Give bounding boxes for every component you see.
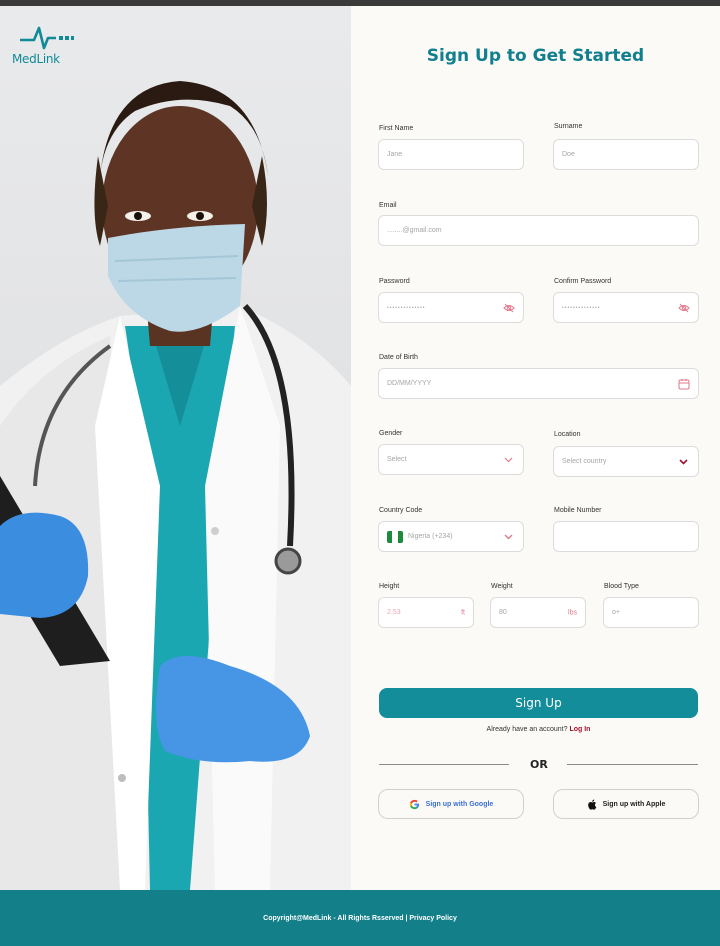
location-select[interactable]: Select country (553, 446, 699, 477)
first-name-label: First Name (379, 125, 414, 132)
nigeria-flag-icon (387, 530, 403, 543)
first-name-input[interactable]: Jane (378, 139, 524, 170)
footer: Copyright@MedLink - All Rights Rsserved … (0, 890, 720, 946)
gender-label: Gender (379, 430, 403, 437)
doctor-photo: MedLink (0, 6, 351, 890)
gender-select[interactable]: Select (378, 444, 524, 475)
divider-right (567, 764, 698, 765)
height-unit: ft (461, 609, 465, 616)
blood-type-label: Blood Type (604, 583, 639, 590)
confirm-password-label: Confirm Password (554, 278, 612, 285)
location-value: Select country (562, 458, 607, 465)
divider-left (379, 764, 509, 765)
mobile-input[interactable] (553, 521, 699, 552)
weight-input[interactable]: 80 lbs (490, 597, 586, 628)
country-code-select[interactable]: Nigeria (+234) (378, 521, 524, 552)
eye-off-icon[interactable] (503, 302, 515, 314)
dob-placeholder: DD/MM/YYYY (387, 380, 432, 387)
calendar-icon[interactable] (678, 378, 690, 390)
gender-value: Select (387, 456, 407, 463)
signup-form: Sign Up to Get Started First Name Jane S… (351, 6, 720, 890)
surname-input[interactable]: Doe (553, 139, 699, 170)
login-prompt: Already have an account? Log In (351, 726, 720, 733)
chevron-down-icon (504, 457, 513, 462)
google-icon (409, 799, 419, 809)
brand-logo[interactable]: MedLink (12, 24, 74, 70)
logo-icon (20, 26, 74, 50)
location-label: Location (554, 431, 581, 438)
footer-copyright: Copyright@MedLink - All Rights Rsserved … (263, 914, 457, 922)
signup-button[interactable]: Sign Up (379, 688, 698, 718)
apple-signup-label: Sign up with Apple (602, 800, 666, 808)
surname-placeholder: Doe (562, 151, 575, 158)
surname-label: Surname (554, 123, 583, 130)
email-placeholder: ........@gmail.com (387, 227, 442, 234)
password-input[interactable]: •••••••••••••• (378, 292, 524, 323)
first-name-placeholder: Jane (387, 151, 403, 158)
confirm-password-input[interactable]: •••••••••••••• (553, 292, 699, 323)
weight-unit: lbs (568, 609, 577, 616)
or-divider-label: OR (530, 758, 548, 771)
email-input[interactable]: ........@gmail.com (378, 215, 699, 246)
height-placeholder: 2.53 (387, 609, 401, 616)
login-prompt-text: Already have an account? (486, 726, 568, 733)
confirm-password-placeholder: •••••••••••••• (562, 304, 601, 311)
brand-name: MedLink (12, 52, 60, 66)
chevron-down-icon (504, 534, 513, 539)
doctor-illustration (0, 81, 351, 890)
google-signup-button[interactable]: Sign up with Google (378, 789, 524, 819)
country-code-label: Country Code (379, 507, 423, 514)
apple-signup-button[interactable]: Sign up with Apple (553, 789, 699, 819)
password-label: Password (379, 278, 410, 285)
apple-icon (587, 799, 596, 810)
page-title: Sign Up to Get Started (426, 46, 645, 66)
chevron-down-icon (679, 458, 688, 465)
country-code-value: Nigeria (+234) (408, 533, 453, 540)
mobile-label: Mobile Number (554, 507, 602, 514)
weight-label: Weight (491, 583, 513, 590)
email-label: Email (379, 202, 397, 209)
dob-input[interactable]: DD/MM/YYYY (378, 368, 699, 399)
blood-type-placeholder: o+ (612, 609, 620, 616)
weight-placeholder: 80 (499, 609, 507, 616)
password-placeholder: •••••••••••••• (387, 304, 426, 311)
eye-off-icon[interactable] (678, 302, 690, 314)
login-link[interactable]: Log In (569, 726, 590, 733)
dob-label: Date of Birth (379, 354, 418, 361)
height-input[interactable]: 2.53 ft (378, 597, 474, 628)
height-label: Height (379, 583, 400, 590)
google-signup-label: Sign up with Google (425, 800, 494, 808)
blood-type-input[interactable]: o+ (603, 597, 699, 628)
